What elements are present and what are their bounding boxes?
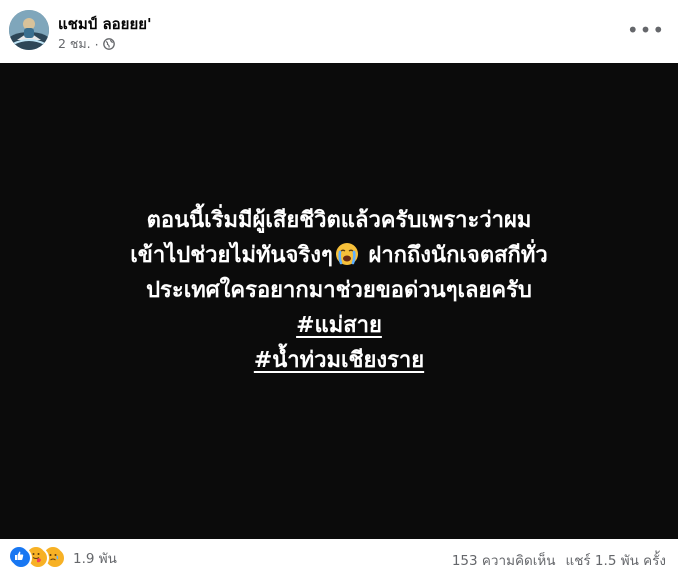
hashtag-link[interactable]: #น้ำท่วมเชียงราย xyxy=(254,348,424,373)
post-text: ตอนนี้เริ่มมีผู้เสียชีวิตแล้วครับเพราะว่… xyxy=(0,203,678,378)
hashtag-link[interactable]: #แม่สาย xyxy=(296,313,382,338)
post-text-line-3: ประเทศใครอยากมาช่วยขอด่วนๆเลยครับ xyxy=(146,278,532,303)
post-card: แชมป์ ลอยยย' 2 ชม. · ••• ตอนนี้เริ่มมีผู… xyxy=(0,0,678,572)
like-icon xyxy=(10,547,32,569)
post-text-line-2: เข้าไปช่วยไม่ทันจริงๆ ฝากถึงนักเจตสกีทั่… xyxy=(0,238,678,273)
hashtag-line-1: #แม่สาย xyxy=(0,308,678,343)
post-text-line-1: ตอนนี้เริ่มมีผู้เสียชีวิตแล้วครับเพราะว่… xyxy=(146,208,532,233)
reactions-summary[interactable]: 1.9 พัน xyxy=(10,547,117,569)
reaction-count: 1.9 พัน xyxy=(73,551,117,567)
crying-face-icon xyxy=(335,242,359,266)
post-time[interactable]: 2 ชม. xyxy=(58,34,91,54)
engagement-stats: 153 ความคิดเห็น แชร์ 1.5 พัน ครั้ง xyxy=(452,549,666,571)
globe-icon xyxy=(102,38,115,50)
post-header: แชมป์ ลอยยย' 2 ชม. · ••• xyxy=(0,0,678,63)
more-icon: ••• xyxy=(626,18,666,42)
post-text-line-2-start: เข้าไปช่วยไม่ทันจริงๆ xyxy=(130,243,333,268)
shares-count[interactable]: แชร์ 1.5 พัน ครั้ง xyxy=(566,549,666,571)
meta-separator: · xyxy=(94,36,99,52)
post-footer: 1.9 พัน 153 ความคิดเห็น แชร์ 1.5 พัน ครั… xyxy=(0,539,678,572)
post-meta: 2 ชม. · xyxy=(58,34,115,54)
post-text-line-2-end: ฝากถึงนักเจตสกีทั่ว xyxy=(360,243,548,268)
more-options-button[interactable]: ••• xyxy=(626,16,666,44)
hashtag-line-2: #น้ำท่วมเชียงราย xyxy=(0,343,678,378)
author-name[interactable]: แชมป์ ลอยยย' xyxy=(58,12,152,36)
text-post-card: ตอนนี้เริ่มมีผู้เสียชีวิตแล้วครับเพราะว่… xyxy=(0,63,678,539)
comments-count[interactable]: 153 ความคิดเห็น xyxy=(452,549,556,571)
author-avatar[interactable] xyxy=(9,10,49,50)
